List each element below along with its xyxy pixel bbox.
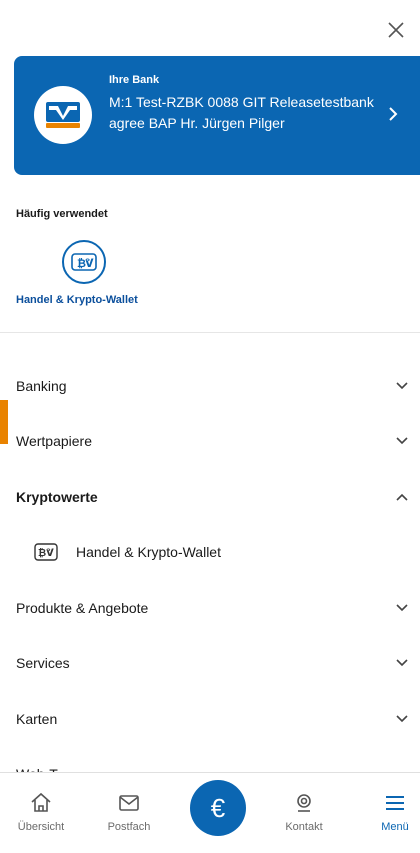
mail-icon xyxy=(119,795,139,811)
menu-item-banking[interactable]: Banking xyxy=(0,358,420,414)
frequent-section-title: Häufig verwendet xyxy=(16,208,108,220)
quick-item-crypto-wallet[interactable]: ₿ ᕓ Handel & Krypto-Wallet xyxy=(16,240,176,306)
euro-icon: € xyxy=(210,792,226,823)
menu-panel: Ihre Bank M:1 Test-RZBK 0088 GIT Release… xyxy=(0,0,420,853)
chevron-down-icon xyxy=(396,604,408,612)
close-icon xyxy=(388,22,404,38)
menu-item-label: Karten xyxy=(16,711,58,727)
bank-card[interactable]: Ihre Bank M:1 Test-RZBK 0088 GIT Release… xyxy=(14,56,420,175)
crypto-wallet-icon: ₿ ᕓ xyxy=(71,253,97,271)
bank-name: M:1 Test-RZBK 0088 GIT Releasetestbank a… xyxy=(109,94,374,131)
menu-item-wertpapiere[interactable]: Wertpapiere xyxy=(0,413,420,469)
nav-uebersicht[interactable]: Übersicht xyxy=(6,773,76,833)
menu-item-services[interactable]: Services xyxy=(0,635,420,691)
divider xyxy=(0,332,420,333)
volksbank-logo-icon xyxy=(46,102,80,128)
menu-item-karten[interactable]: Karten xyxy=(0,691,420,747)
quick-item-label: Handel & Krypto-Wallet xyxy=(16,294,138,306)
menu-item-label: Banking xyxy=(16,378,67,394)
bank-label: Ihre Bank xyxy=(109,74,160,86)
headset-icon xyxy=(297,794,311,812)
chevron-down-icon xyxy=(396,382,408,390)
menu-icon xyxy=(386,796,404,810)
svg-text:ᕓ: ᕓ xyxy=(46,548,54,559)
nav-label: Kontakt xyxy=(285,821,323,833)
euro-button[interactable]: € xyxy=(190,780,246,836)
submenu-item-label: Handel & Krypto-Wallet xyxy=(76,544,221,560)
chevron-right-icon xyxy=(388,106,398,127)
nav-kontakt[interactable]: Kontakt xyxy=(269,773,339,833)
nav-label: Übersicht xyxy=(17,821,65,833)
nav-label: Postfach xyxy=(107,821,151,833)
chevron-down-icon xyxy=(396,437,408,445)
nav-menue[interactable]: Menü xyxy=(360,773,420,833)
menu-item-produkte[interactable]: Produkte & Angebote xyxy=(0,580,420,636)
menu-item-label: Services xyxy=(16,655,70,671)
crypto-wallet-icon: ₿ ᕓ xyxy=(34,543,58,561)
submenu-item-crypto-wallet[interactable]: ₿ ᕓ Handel & Krypto-Wallet xyxy=(0,525,420,581)
nav-postfach[interactable]: Postfach xyxy=(94,773,164,833)
menu-item-label: Kryptowerte xyxy=(16,489,98,505)
home-icon xyxy=(31,792,51,812)
bank-logo xyxy=(34,86,92,144)
svg-text:ᕓ: ᕓ xyxy=(85,257,94,270)
chevron-down-icon xyxy=(396,659,408,667)
chevron-up-icon xyxy=(396,493,408,501)
nav-label: Menü xyxy=(381,821,409,833)
chevron-down-icon xyxy=(396,715,408,723)
close-button[interactable] xyxy=(382,16,410,44)
menu-item-label: Produkte & Angebote xyxy=(16,600,149,616)
menu-item-kryptowerte[interactable]: Kryptowerte xyxy=(0,469,420,525)
svg-text:₿: ₿ xyxy=(38,547,46,559)
menu-item-label: Wertpapiere xyxy=(16,433,93,449)
